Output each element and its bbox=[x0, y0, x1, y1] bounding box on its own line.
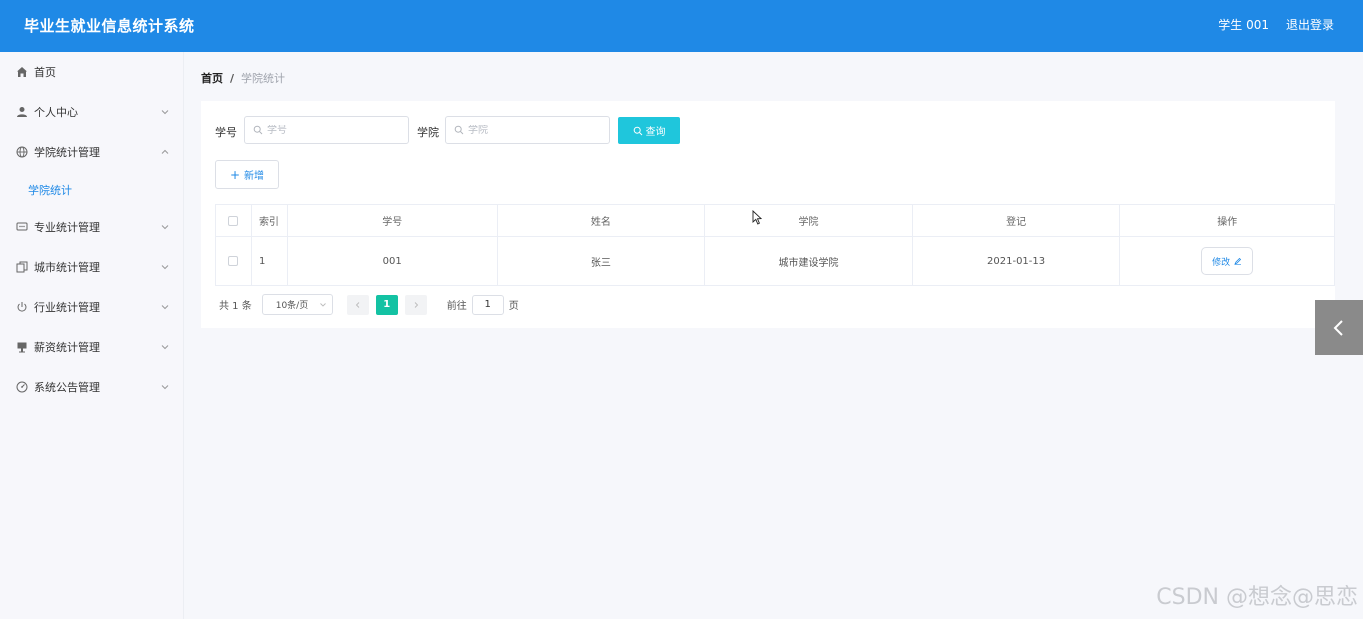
chevron-down-icon bbox=[160, 261, 170, 271]
sidebar-item-label: 专业统计管理 bbox=[34, 221, 100, 234]
pagination: 共 1 条 10条/页 1 前往 页 bbox=[219, 294, 519, 315]
sidebar-item-major-stats[interactable]: 专业统计管理 bbox=[0, 207, 184, 247]
search-button-label: 查询 bbox=[645, 127, 666, 138]
cell-actions: 修改 bbox=[1120, 237, 1334, 285]
goto-page-field[interactable] bbox=[471, 294, 504, 315]
sidebar-item-industry-stats[interactable]: 行业统计管理 bbox=[0, 287, 184, 327]
power-icon bbox=[16, 301, 28, 313]
sidebar-item-personal-center[interactable]: 个人中心 bbox=[0, 92, 184, 132]
cell-index: 1 bbox=[252, 237, 288, 285]
side-drawer-toggle[interactable] bbox=[1315, 300, 1363, 355]
breadcrumb: 首页 / 学院统计 bbox=[201, 70, 285, 86]
edit-button-label: 修改 bbox=[1212, 257, 1231, 268]
column-header-actions: 操作 bbox=[1217, 217, 1238, 228]
page-suffix-label: 页 bbox=[508, 301, 519, 312]
chevron-down-icon bbox=[319, 303, 326, 307]
chevron-left-icon bbox=[1333, 319, 1343, 336]
column-header-name: 姓名 bbox=[498, 205, 706, 236]
chevron-down-icon bbox=[160, 381, 170, 391]
gauge-icon bbox=[16, 381, 28, 393]
search-icon bbox=[253, 125, 263, 135]
next-page-button[interactable] bbox=[404, 294, 427, 315]
current-user-label[interactable]: 学生 001 bbox=[1218, 16, 1269, 33]
cell-student-id: 001 bbox=[288, 237, 498, 285]
table-header-row: 索引 学号 姓名 学院 登记 操作 bbox=[216, 205, 1334, 237]
table-row: 1 001 张三 城市建设学院 2021-01-13 修改 bbox=[216, 237, 1334, 285]
data-table: 索引 学号 姓名 学院 登记 操作 1 001 张三 城市建设学院 2021-0… bbox=[215, 204, 1335, 286]
pagination-total: 共 1 条 bbox=[219, 301, 252, 312]
plus-icon: + bbox=[229, 167, 241, 182]
column-header-index: 索引 bbox=[252, 205, 288, 236]
chevron-up-icon bbox=[160, 146, 170, 156]
sidebar-item-label: 首页 bbox=[34, 66, 56, 79]
top-header: 毕业生就业信息统计系统 学生 001 退出登录 bbox=[0, 0, 1363, 52]
student-id-input[interactable] bbox=[267, 124, 387, 136]
chevron-down-icon bbox=[160, 341, 170, 351]
add-button-label: 新增 bbox=[244, 171, 265, 182]
cell-name: 张三 bbox=[498, 237, 706, 285]
sidebar: 首页 个人中心 学院统计管理 学院统计 专业统计管理 城市统计管理 行业统计管理… bbox=[0, 52, 184, 619]
sidebar-item-label: 个人中心 bbox=[34, 106, 78, 119]
goto-page-input[interactable] bbox=[473, 299, 502, 310]
chevron-right-icon bbox=[414, 301, 418, 308]
sidebar-item-label: 城市统计管理 bbox=[34, 261, 100, 274]
student-id-field[interactable] bbox=[244, 116, 409, 144]
page-size-select[interactable]: 10条/页 bbox=[261, 294, 333, 315]
watermark: CSDN @想念@思恋 bbox=[1156, 585, 1358, 610]
chat-icon bbox=[16, 221, 28, 233]
user-icon bbox=[16, 106, 28, 118]
search-button[interactable]: 查询 bbox=[618, 117, 680, 144]
search-icon bbox=[633, 126, 642, 135]
chevron-down-icon bbox=[160, 106, 170, 116]
column-header-date: 登记 bbox=[913, 205, 1121, 236]
globe-icon bbox=[16, 146, 28, 158]
prev-page-button[interactable] bbox=[346, 294, 369, 315]
stand-icon bbox=[16, 341, 28, 353]
sidebar-item-city-stats[interactable]: 城市统计管理 bbox=[0, 247, 184, 287]
header-select-cell bbox=[216, 205, 252, 236]
row-select-cell bbox=[216, 237, 252, 285]
main-panel: 学号 学院 查询 + 新增 索引 学号 姓名 学院 登记 操作 1 001 张三 bbox=[201, 101, 1335, 328]
page-number-button[interactable]: 1 bbox=[375, 294, 398, 315]
goto-label: 前往 bbox=[446, 301, 467, 312]
add-button[interactable]: + 新增 bbox=[215, 160, 279, 189]
chevron-left-icon bbox=[355, 301, 360, 308]
sidebar-item-salary-stats[interactable]: 薪资统计管理 bbox=[0, 327, 184, 367]
column-header-student-id: 学号 bbox=[288, 205, 498, 236]
page-size-value: 10条/页 bbox=[275, 301, 309, 311]
sidebar-item-label: 薪资统计管理 bbox=[34, 341, 100, 354]
edit-button[interactable]: 修改 bbox=[1201, 247, 1254, 275]
breadcrumb-separator: / bbox=[230, 71, 235, 85]
row-checkbox[interactable] bbox=[228, 256, 239, 266]
sidebar-item-label: 行业统计管理 bbox=[34, 301, 100, 314]
cell-college: 城市建设学院 bbox=[705, 237, 913, 285]
breadcrumb-current: 学院统计 bbox=[241, 72, 286, 85]
chevron-down-icon bbox=[160, 301, 170, 311]
chevron-down-icon bbox=[160, 221, 170, 231]
mouse-cursor-icon bbox=[752, 210, 762, 225]
header-actions: 学生 001 退出登录 bbox=[1218, 16, 1334, 33]
app-title: 毕业生就业信息统计系统 bbox=[24, 17, 195, 35]
copy-icon bbox=[16, 261, 28, 273]
sidebar-item-home[interactable]: 首页 bbox=[0, 52, 184, 92]
cell-date: 2021-01-13 bbox=[913, 237, 1121, 285]
search-icon bbox=[454, 125, 464, 135]
column-header-college: 学院 bbox=[705, 205, 913, 236]
college-input[interactable] bbox=[468, 124, 588, 136]
student-id-label: 学号 bbox=[215, 126, 237, 139]
sidebar-item-college-stats[interactable]: 学院统计管理 bbox=[0, 132, 184, 172]
sidebar-subitem-college-stats[interactable]: 学院统计 bbox=[0, 172, 184, 208]
breadcrumb-home[interactable]: 首页 bbox=[201, 70, 223, 86]
college-field[interactable] bbox=[445, 116, 610, 144]
sidebar-item-label: 系统公告管理 bbox=[34, 381, 100, 394]
college-label: 学院 bbox=[417, 126, 439, 139]
select-all-checkbox[interactable] bbox=[228, 215, 239, 226]
logout-link[interactable]: 退出登录 bbox=[1286, 16, 1334, 33]
sidebar-item-label: 学院统计管理 bbox=[34, 146, 100, 159]
home-icon bbox=[16, 66, 28, 78]
sidebar-item-announcement[interactable]: 系统公告管理 bbox=[0, 367, 184, 407]
edit-icon bbox=[1234, 257, 1242, 265]
